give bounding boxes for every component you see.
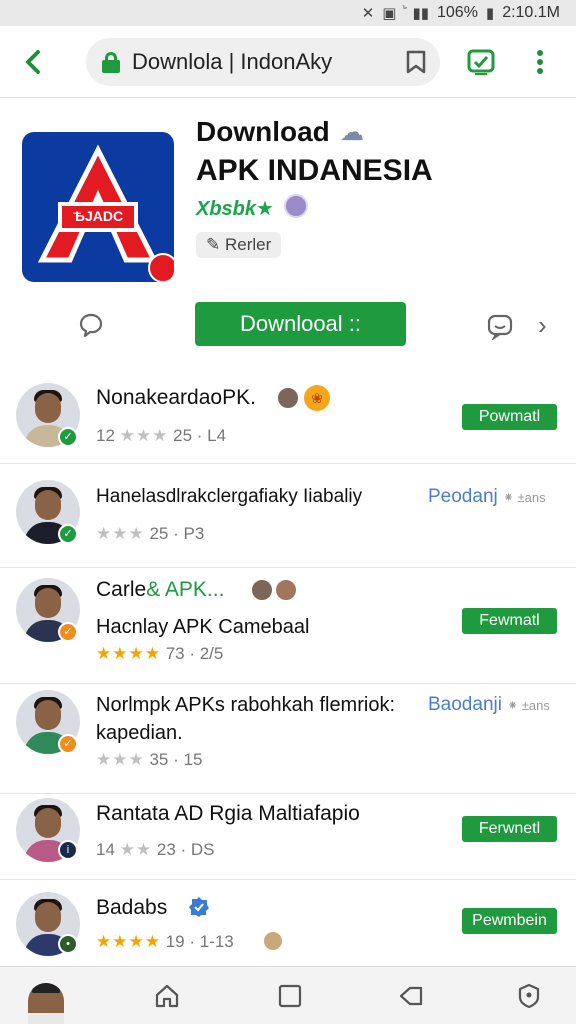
install-button[interactable]: Pewmbein (462, 908, 557, 934)
list-item-meta: ★★★★ 73 · 2/5 (96, 644, 223, 664)
list-item[interactable]: ✓ Norlmpk APKs rabohkah flemriok: Baodan… (0, 684, 576, 794)
star-rating: ★★★ (96, 750, 145, 769)
star-rating: ★★★ (96, 524, 145, 543)
inline-link[interactable]: Peodanj ⁕ ±ans (428, 486, 546, 508)
more-label: ⁕ ±ans (507, 698, 550, 713)
star-rating: ★★★ (119, 426, 169, 445)
system-nav-bar (0, 966, 576, 1024)
meta-count: 14 (96, 840, 115, 859)
mute-icon: ✕ (361, 5, 375, 22)
star-rating: ★★★★ (96, 644, 161, 663)
back-nav-icon[interactable] (398, 983, 424, 1009)
url-text: Downlola | IndonAky (132, 49, 333, 74)
battery-level: 106% (437, 4, 478, 21)
verified-check-icon (189, 897, 209, 917)
browser-toolbar: Downlola | IndonAky (0, 26, 576, 98)
meta-count: 12 (96, 426, 115, 445)
lock-icon (100, 51, 122, 73)
list-item[interactable]: i Rantata AD Rgia Maltiafapio 14 ★★ 23 ·… (0, 794, 576, 880)
award-icon: ❀ (304, 385, 330, 411)
inline-link[interactable]: Baodanji ⁕ ±ans (428, 694, 550, 716)
list-item-subtitle: Hacnlay APK Camebaal (96, 616, 310, 638)
list-item[interactable]: ✓ NonakeardaoPK. ❀ 12 ★★★ 25 · L4 Powmat… (0, 364, 576, 464)
verified-badge: • (58, 934, 78, 954)
app-logo-graphic (37, 144, 174, 282)
star-rating: ★★ (119, 840, 153, 859)
pen-icon: ✎ (206, 235, 225, 254)
meta-details: 19 · 1-13 (165, 932, 234, 951)
chevron-left-icon (26, 50, 40, 74)
signal-icon: ▮▮ (412, 5, 429, 22)
meta-details: 73 · 2/5 (165, 644, 224, 663)
status-bar: ✕ ▣ ꙸ ▮▮ 106% ▮ 2:10.1M (0, 0, 576, 26)
title-amp: & (146, 578, 161, 601)
battery-icon: ▮ (485, 5, 495, 22)
verified-badge: ✓ (58, 734, 78, 754)
user-avatar (276, 386, 300, 410)
chat-icon[interactable] (486, 312, 514, 340)
inline-link-label: Baodanji (428, 694, 502, 715)
meta-details: 25 · L4 (173, 426, 227, 445)
list-item-meta: 12 ★★★ 25 · L4 (96, 426, 226, 446)
list-item-meta: ★★★ 25 · P3 (96, 524, 204, 544)
verified-badge: ✓ (58, 427, 78, 447)
list-item-meta: 14 ★★ 23 · DS (96, 840, 215, 860)
list-item-title: Norlmpk APKs rabohkah flemriok: (96, 694, 396, 716)
inline-link-label: Peodanj (428, 486, 498, 507)
app-subtitle: APK INDANESIA (196, 154, 433, 187)
home-icon[interactable] (154, 983, 180, 1009)
verified-badge: ✓ (58, 622, 78, 642)
app-rating: Xbsbk★ (196, 198, 274, 220)
list-item[interactable]: • Badabs ★★★★ 19 · 1-13 Pewmbein (0, 880, 576, 966)
meta-details: 23 · DS (156, 840, 215, 859)
verified-badge: ✓ (58, 524, 78, 544)
install-button[interactable]: Fewmatl (462, 608, 557, 634)
list-item-meta: ★★★ 35 · 15 (96, 750, 202, 770)
overflow-menu-icon[interactable] (530, 46, 550, 78)
meta-details: 35 · 15 (149, 750, 203, 769)
shield-icon[interactable] (516, 983, 542, 1009)
list-item-title: Carle& APK... (96, 578, 224, 602)
install-button[interactable]: Ferwnetl (462, 816, 557, 842)
user-avatar (274, 578, 298, 602)
recents-icon[interactable] (277, 983, 303, 1009)
star-rating: ★★★★ (96, 932, 161, 951)
app-title: Download (196, 116, 330, 147)
verified-badge: i (58, 840, 78, 860)
list-item-meta: ★★★★ 19 · 1-13 (96, 932, 234, 952)
reader-chip[interactable]: ✎ Rerler (196, 232, 282, 258)
nfc-icon: ▣ (382, 5, 397, 22)
list-item-title: Rantata AD Rgia Maltiafapio (96, 802, 360, 825)
developer-avatar[interactable] (284, 194, 308, 218)
meta-details: 25 · P3 (149, 524, 205, 543)
list-item-subtitle: kapedian. (96, 722, 183, 744)
list-item-title: Badabs (96, 896, 168, 919)
back-button[interactable] (18, 44, 48, 80)
clock: 2:10.1M (502, 4, 560, 21)
list-item[interactable]: ✓ Hanelasdlrakclergafiaky Iiabaliy Peoda… (0, 464, 576, 568)
user-avatar (262, 930, 284, 952)
brain-icon: ☁ (340, 119, 364, 146)
user-avatar (250, 578, 274, 602)
list-item-title: NonakeardaoPK. (96, 386, 256, 409)
profile-avatar[interactable] (28, 983, 64, 1024)
app-icon[interactable]: ѢJADC (22, 132, 174, 282)
list-item-title: Hanelasdlrakclergafiaky Iiabaliy (96, 486, 363, 507)
address-bar[interactable]: Downlola | IndonAky (86, 38, 440, 86)
reader-chip-label: Rerler (224, 235, 272, 254)
app-icon-label: ѢJADC (72, 208, 124, 224)
comment-icon[interactable] (78, 312, 104, 338)
tabs-icon[interactable] (466, 48, 496, 76)
chevron-right-icon[interactable]: › (538, 310, 547, 341)
bookmark-icon[interactable] (404, 49, 428, 75)
list-item[interactable]: ✓ Carle& APK... Hacnlay APK Camebaal ★★★… (0, 568, 576, 684)
more-label: ⁕ ±ans (503, 490, 546, 505)
title-part: Carle (96, 578, 147, 601)
install-button[interactable]: Powmatl (462, 404, 557, 430)
title-part: APK... (164, 578, 225, 601)
download-button[interactable]: Downlooal :: (195, 302, 406, 346)
